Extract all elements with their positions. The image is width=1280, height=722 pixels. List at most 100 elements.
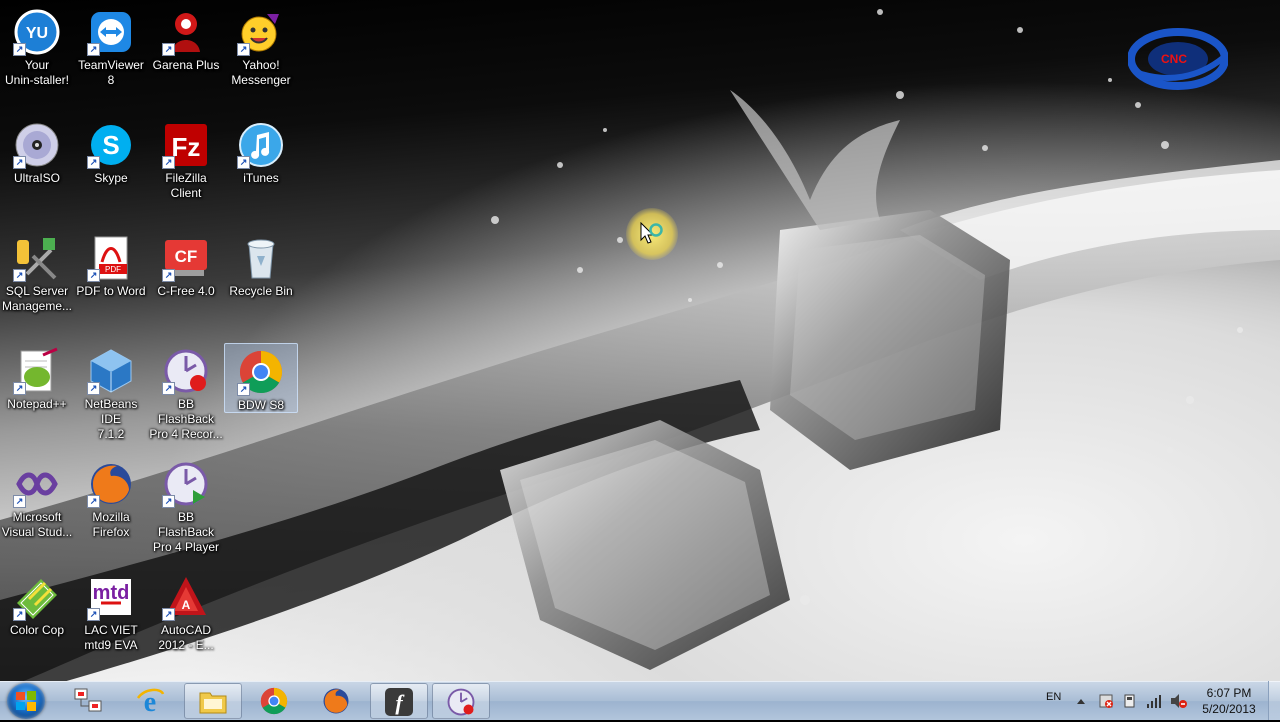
shortcut-arrow-icon: ↗ <box>162 43 175 56</box>
svg-text:CF: CF <box>175 247 198 266</box>
desktop-icon-label: UltraISO <box>13 171 60 185</box>
desktop-icon-label: TeamViewer 8 <box>78 58 144 87</box>
windows-logo-icon <box>16 691 36 711</box>
sql-server-icon[interactable]: ↗ SQL Server Manageme... <box>0 230 74 340</box>
garena-icon: ↗ <box>162 8 210 56</box>
garena-plus-icon[interactable]: ↗ Garena Plus <box>149 4 223 114</box>
firefox-icon: ↗ <box>87 460 135 508</box>
ultraiso-icon[interactable]: ↗ UltraISO <box>0 117 74 227</box>
show-hidden-icons-icon[interactable] <box>1076 697 1086 705</box>
lacviet-icon: mtd ↗ <box>87 573 135 621</box>
netbeans-icon: ↗ <box>87 347 135 395</box>
desktop-icon-label: Your Unin-staller! <box>4 58 70 87</box>
notepad-plus-plus-icon[interactable]: ↗ Notepad++ <box>0 343 74 453</box>
folder-icon <box>198 687 228 717</box>
bdw-s8-icon[interactable]: ↗ BDW S8 <box>224 343 298 413</box>
teamviewer-icon[interactable]: ↗ TeamViewer 8 <box>74 4 148 114</box>
taskbar-flashback-recorder-button[interactable] <box>432 683 490 719</box>
show-desktop-button[interactable] <box>1268 681 1280 720</box>
disc-icon: ↗ <box>13 121 61 169</box>
svg-text:PDF: PDF <box>105 265 121 274</box>
flashback-icon: ↗ <box>162 347 210 395</box>
color-cop-icon[interactable]: ↗ Color Cop <box>0 569 74 679</box>
visual-studio-icon[interactable]: ↗ Microsoft Visual Stud... <box>0 456 74 566</box>
desktop-icon-label: SQL Server Manageme... <box>1 284 73 313</box>
lac-viet-icon[interactable]: mtd ↗ LAC VIET mtd9 EVA <box>74 569 148 679</box>
recycle-bin-icon[interactable]: Recycle Bin <box>224 230 298 340</box>
bb-flashback-recorder-icon[interactable]: ↗ BB FlashBack Pro 4 Recor... <box>149 343 223 453</box>
ie-icon: e <box>135 686 165 718</box>
shortcut-arrow-icon: ↗ <box>237 43 250 56</box>
yahoo-messenger-icon[interactable]: ↗ Yahoo! Messenger <box>224 4 298 114</box>
language-indicator[interactable]: EN <box>1046 691 1061 703</box>
colorcop-icon: ↗ <box>13 573 61 621</box>
desktop-icon-label: Mozilla Firefox <box>92 510 130 539</box>
filezilla-icon[interactable]: Fz ↗ FileZilla Client <box>149 117 223 227</box>
network-icon[interactable] <box>1146 693 1162 709</box>
desktop-icon-label: Recycle Bin <box>229 284 293 298</box>
taskbar-internet-explorer-button[interactable]: e <box>122 683 180 719</box>
cfree-icon: CF ↗ <box>162 234 210 282</box>
shortcut-arrow-icon: ↗ <box>162 382 175 395</box>
shortcut-arrow-icon: ↗ <box>162 495 175 508</box>
shortcut-arrow-icon: ↗ <box>162 156 175 169</box>
taskbar-file-explorer-button[interactable] <box>184 683 242 719</box>
autocad-icon: A ↗ <box>162 573 210 621</box>
flashback-icon <box>446 687 476 717</box>
c-free-icon[interactable]: CF ↗ C-Free 4.0 <box>149 230 223 340</box>
firefox-icon <box>321 686 351 716</box>
system-clock[interactable]: 6:07 PM 5/20/2013 <box>1196 685 1262 717</box>
vs-icon: ↗ <box>13 460 61 508</box>
svg-text:YU: YU <box>26 25 48 42</box>
netbeans-icon[interactable]: ↗ NetBeans IDE 7.1.2 <box>74 343 148 453</box>
desktop-icon-label: NetBeans IDE 7.1.2 <box>84 397 138 441</box>
your-uninstaller-icon: YU ↗ <box>13 8 61 56</box>
svg-text:Fz: Fz <box>172 132 201 162</box>
shortcut-arrow-icon: ↗ <box>13 43 26 56</box>
svg-text:mtd: mtd <box>93 582 130 604</box>
taskbar-chrome-button[interactable] <box>246 683 304 719</box>
itunes-icon[interactable]: ↗ iTunes <box>224 117 298 227</box>
sql-icon: ↗ <box>13 234 61 282</box>
shortcut-arrow-icon: ↗ <box>87 43 100 56</box>
svg-text:A: A <box>182 598 191 612</box>
taskbar-firefox-button[interactable] <box>308 683 366 719</box>
shortcut-arrow-icon: ↗ <box>237 383 250 396</box>
desktop-icon-label: Yahoo! Messenger <box>231 58 291 87</box>
shortcut-arrow-icon: ↗ <box>162 608 175 621</box>
shortcut-arrow-icon: ↗ <box>87 608 100 621</box>
cnc-logo-text: CNC <box>1161 52 1187 66</box>
shortcut-arrow-icon: ↗ <box>87 269 100 282</box>
taskbar-flash-button[interactable]: f <box>370 683 428 719</box>
pdf-to-word-icon[interactable]: PDF ↗ PDF to Word <box>74 230 148 340</box>
your-uninstaller-icon[interactable]: YU ↗ Your Unin-staller! <box>0 4 74 114</box>
desktop-icon-label: iTunes <box>243 171 279 185</box>
desktop-icon-label: FileZilla Client <box>165 171 207 200</box>
desktop-icon-label: LAC VIET mtd9 EVA <box>84 623 138 652</box>
itunes-icon: ↗ <box>237 121 285 169</box>
bb-flashback-player-icon[interactable]: ↗ BB FlashBack Pro 4 Player <box>149 456 223 566</box>
shortcut-arrow-icon: ↗ <box>87 495 100 508</box>
shortcut-arrow-icon: ↗ <box>13 382 26 395</box>
autocad-icon[interactable]: A ↗ AutoCAD 2012 - E... <box>149 569 223 679</box>
shortcut-arrow-icon: ↗ <box>13 156 26 169</box>
busy-spinner-icon <box>649 223 663 237</box>
mozilla-firefox-icon[interactable]: ↗ Mozilla Firefox <box>74 456 148 566</box>
shortcut-arrow-icon: ↗ <box>13 495 26 508</box>
flash-icon: f <box>384 687 414 717</box>
desktop-icon-label: PDF to Word <box>76 284 146 298</box>
taskbar-ftp-app-button[interactable] <box>60 683 118 719</box>
desktop-icon-label: BDW S8 <box>237 398 284 412</box>
safely-remove-hardware-icon[interactable] <box>1122 693 1138 709</box>
yahoo-icon: ↗ <box>237 8 285 56</box>
action-center-icon[interactable] <box>1098 693 1114 709</box>
filezilla-icon: Fz ↗ <box>162 121 210 169</box>
skype-icon[interactable]: S ↗ Skype <box>74 117 148 227</box>
shortcut-arrow-icon: ↗ <box>162 269 175 282</box>
chrome-icon <box>259 686 289 716</box>
shortcut-arrow-icon: ↗ <box>87 382 100 395</box>
desktop-icon-label: C-Free 4.0 <box>157 284 215 298</box>
clock-time: 6:07 PM <box>1206 686 1252 700</box>
start-button[interactable] <box>7 683 45 719</box>
volume-muted-icon[interactable] <box>1170 693 1188 709</box>
